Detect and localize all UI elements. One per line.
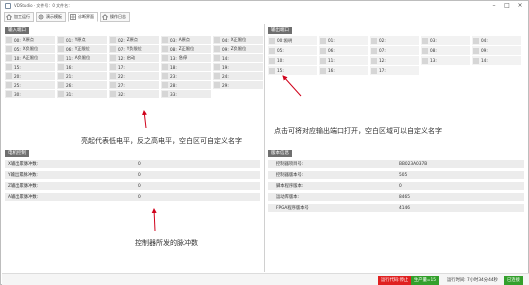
status-bar: 运行代码:停止 生产量=15 运行时间: 7小时34分44秒 已连接 bbox=[2, 273, 529, 285]
run-time: 运行时间: 7小时34分44秒 bbox=[447, 278, 498, 283]
connection-status: 已连接 bbox=[504, 276, 523, 285]
alarm-status: 运行代码:停止 bbox=[378, 276, 412, 285]
output-arrow bbox=[282, 75, 302, 97]
input-arrow bbox=[141, 110, 147, 129]
pulse-arrow bbox=[151, 208, 157, 232]
app-window: VDStudio · 文件号：0 文件名： – □ × 加工运行 演示模板 诊断… bbox=[0, 0, 529, 285]
production-count: 生产量=15 bbox=[411, 276, 439, 285]
annotation-arrows bbox=[141, 75, 302, 232]
